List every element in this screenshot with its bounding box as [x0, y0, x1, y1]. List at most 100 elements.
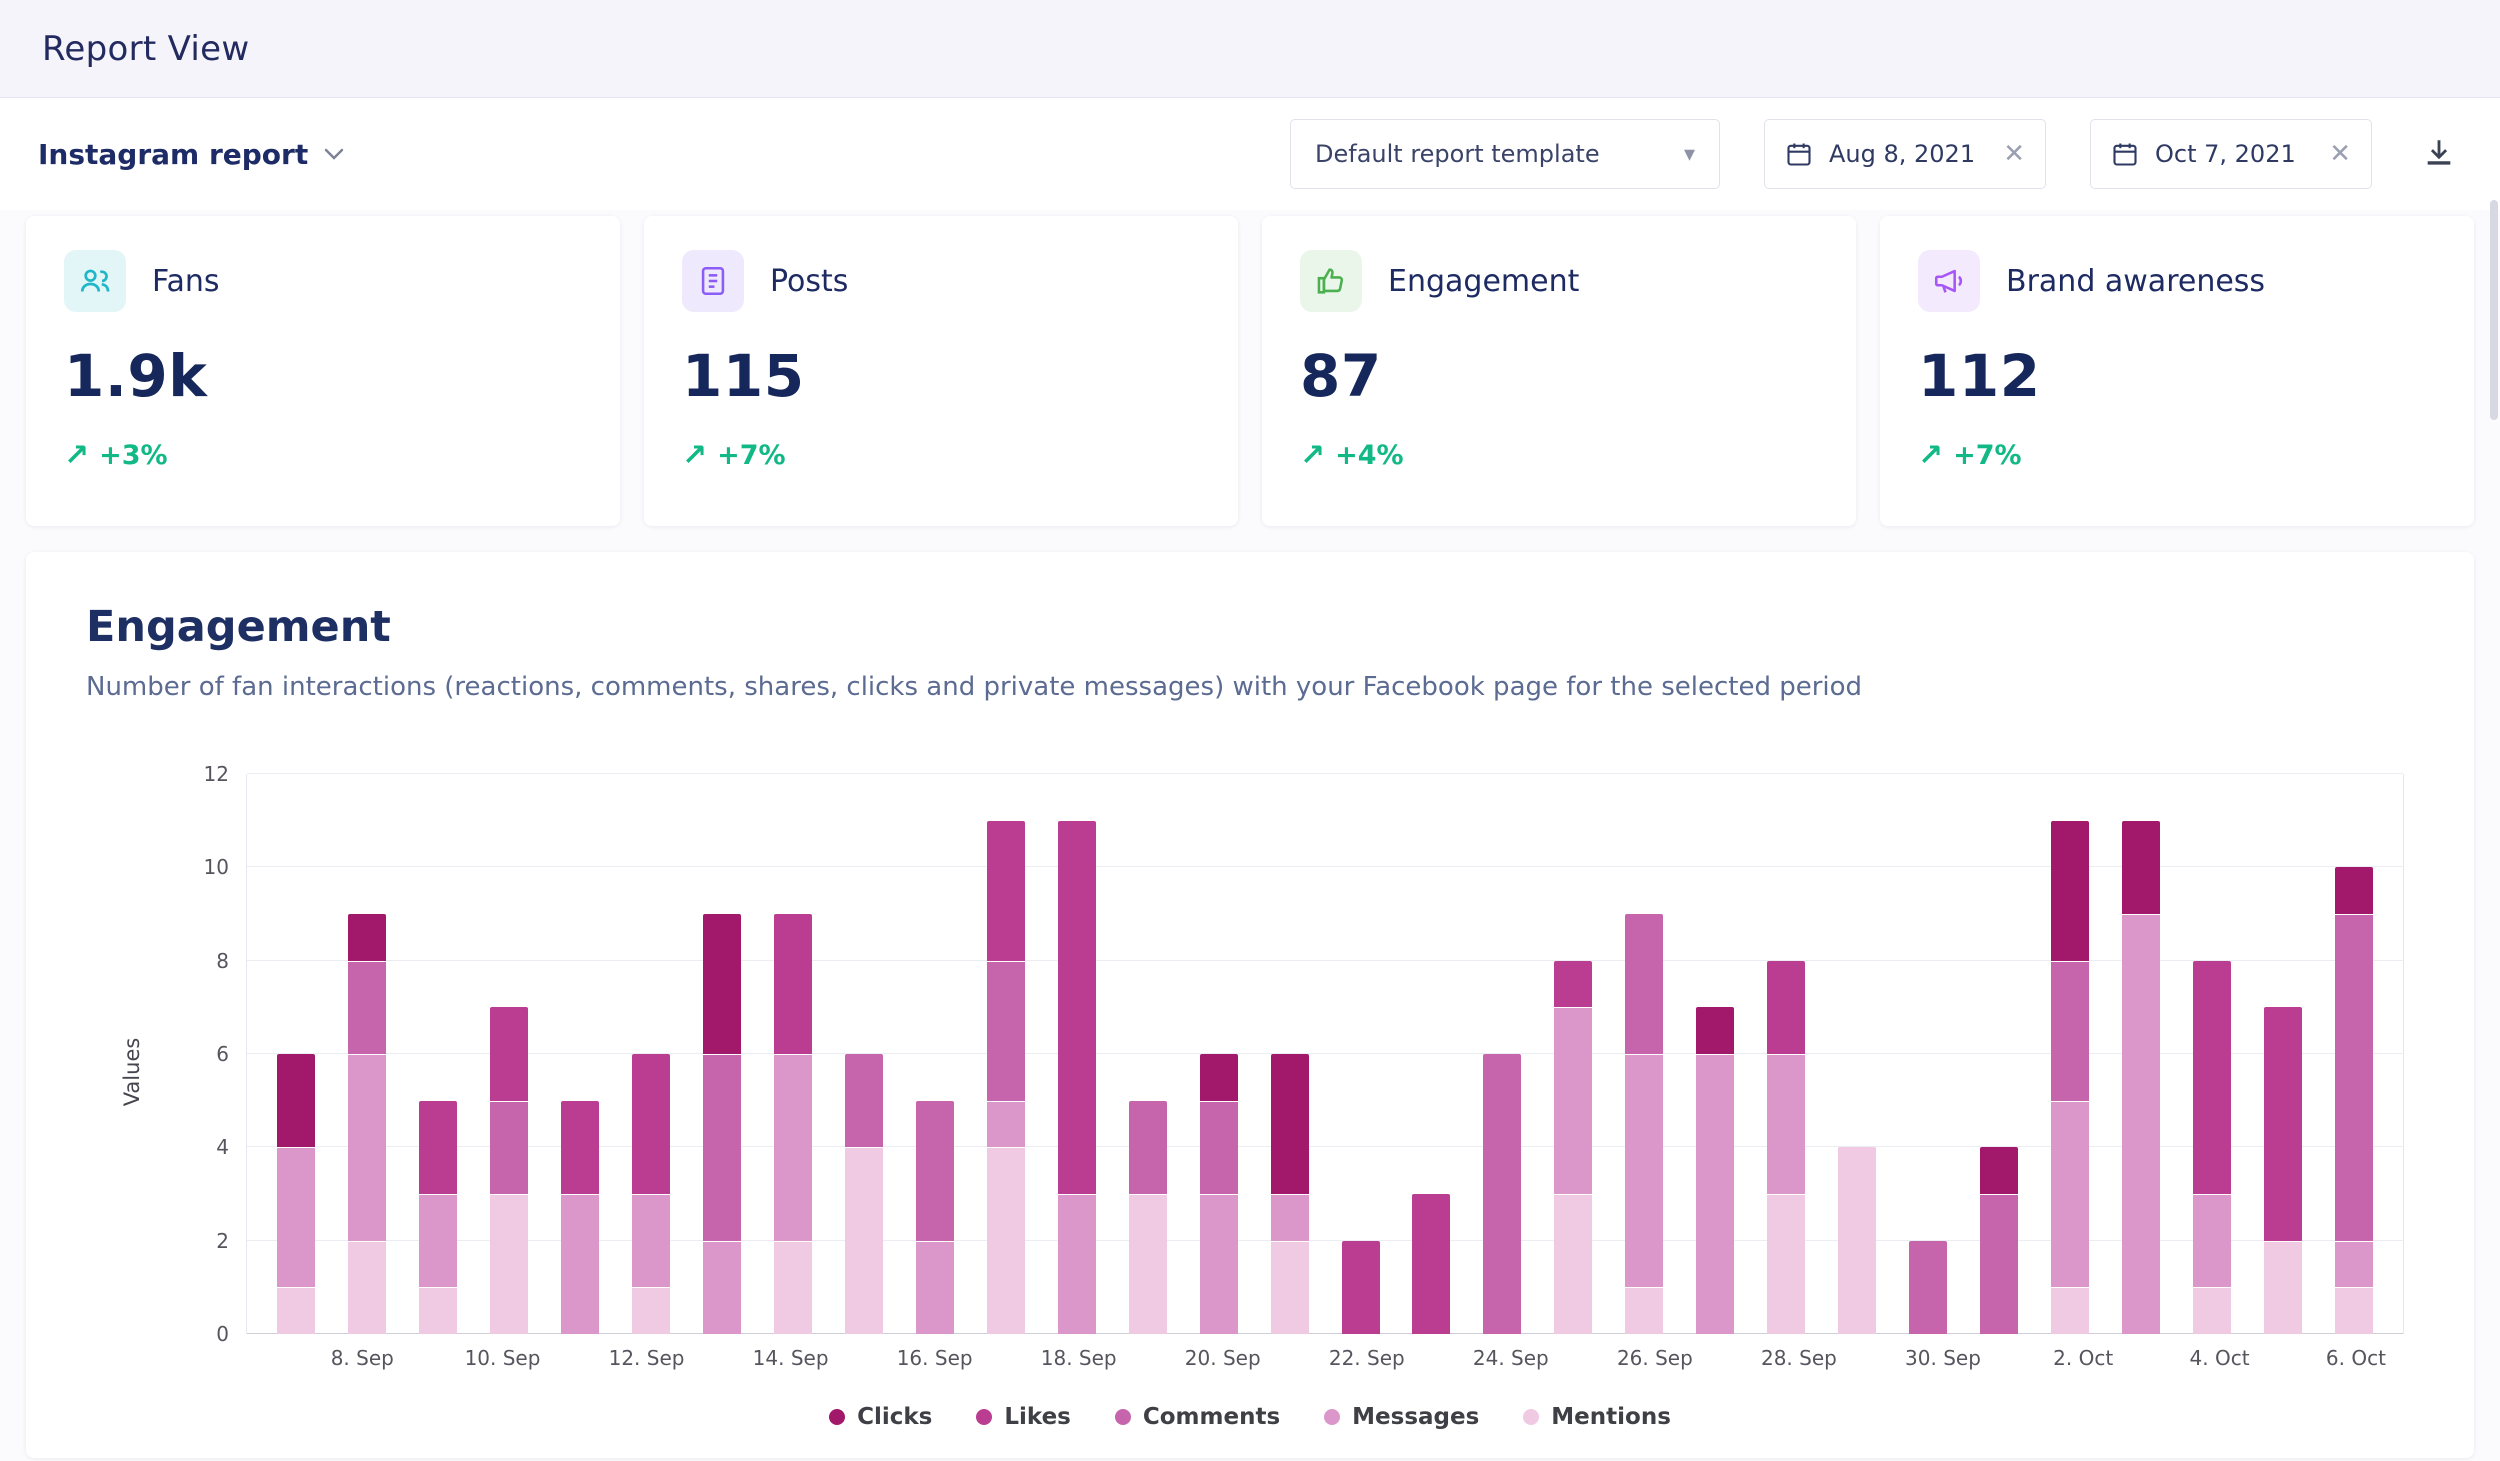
engagement-chart: Values 024681012 8. Sep10. Sep12. Sep14.…: [246, 774, 2404, 1370]
bar-segment-likes: [2264, 1007, 2302, 1240]
bar-segment-clicks: [1696, 1007, 1734, 1054]
bar-group: [687, 774, 758, 1334]
x-tick-label: [2117, 1346, 2185, 1370]
download-button[interactable]: [2416, 130, 2462, 179]
bar-segment-messages: [348, 1054, 386, 1241]
bar-group: [403, 774, 474, 1334]
bar-segment-messages: [419, 1194, 457, 1287]
x-tick-label: 16. Sep: [897, 1346, 973, 1370]
stat-delta: ↗ +4%: [1300, 438, 1818, 473]
bar-segment-mentions: [774, 1241, 812, 1334]
bar-segment-comments: [348, 961, 386, 1054]
bar-segment-mentions: [632, 1287, 670, 1334]
bar-group: [616, 774, 687, 1334]
bar-segment-clicks: [2051, 821, 2089, 961]
bar-group: [2034, 774, 2105, 1334]
bar-segment-comments: [1483, 1054, 1521, 1334]
trend-up-icon: ↗: [682, 438, 707, 473]
bar-group: [1538, 774, 1609, 1334]
bar-segment-likes: [987, 821, 1025, 961]
bar-segment-likes: [1767, 961, 1805, 1054]
bar-group: [332, 774, 403, 1334]
bar-segment-messages: [987, 1101, 1025, 1148]
bar-group: [1112, 774, 1183, 1334]
bar-segment-comments: [1129, 1101, 1167, 1194]
bar-group: [1254, 774, 1325, 1334]
bar-segment-comments: [703, 1054, 741, 1241]
bar-segment-messages: [561, 1194, 599, 1334]
bar-group: [1467, 774, 1538, 1334]
bar-group: [1680, 774, 1751, 1334]
date-from-clear-button[interactable]: ✕: [2003, 141, 2025, 167]
bar-group: [899, 774, 970, 1334]
date-to-clear-button[interactable]: ✕: [2329, 141, 2351, 167]
bar-segment-mentions: [987, 1147, 1025, 1334]
bar-segment-clicks: [348, 914, 386, 961]
x-tick-label: [1693, 1346, 1761, 1370]
x-tick-label: 12. Sep: [609, 1346, 685, 1370]
bar-segment-clicks: [2335, 867, 2373, 914]
y-tick-label: 4: [185, 1135, 229, 1159]
bar-segment-messages: [1058, 1194, 1096, 1334]
stat-delta-value: +3%: [99, 440, 167, 471]
legend-item-mentions[interactable]: Mentions: [1523, 1404, 1671, 1430]
legend-item-comments[interactable]: Comments: [1115, 1404, 1280, 1430]
calendar-icon: [2111, 140, 2139, 168]
bar-group: [1396, 774, 1467, 1334]
report-selector[interactable]: Instagram report: [38, 138, 344, 171]
bar-segment-messages: [1625, 1054, 1663, 1287]
x-tick-label: [1981, 1346, 2049, 1370]
bar-segment-mentions: [2335, 1287, 2373, 1334]
y-tick-label: 6: [185, 1042, 229, 1066]
date-to-value: Oct 7, 2021: [2155, 140, 2296, 168]
people-icon: [64, 250, 126, 312]
x-tick-label: [829, 1346, 897, 1370]
template-select[interactable]: Default report template ▾: [1290, 119, 1720, 189]
scrollbar[interactable]: [2490, 200, 2498, 420]
x-tick-label: 2. Oct: [2049, 1346, 2117, 1370]
bar-group: [2105, 774, 2176, 1334]
document-icon: [682, 250, 744, 312]
legend-item-likes[interactable]: Likes: [976, 1404, 1071, 1430]
bar-group: [545, 774, 616, 1334]
bar-segment-comments: [845, 1054, 883, 1147]
stat-delta-value: +7%: [717, 440, 785, 471]
engagement-section: Engagement Number of fan interactions (r…: [26, 552, 2474, 1458]
chart-plot: 024681012: [246, 774, 2404, 1334]
stat-delta: ↗ +7%: [682, 438, 1200, 473]
y-tick-label: 2: [185, 1229, 229, 1253]
x-tick-label: [684, 1346, 752, 1370]
date-to-picker[interactable]: Oct 7, 2021 ✕: [2090, 119, 2372, 189]
x-tick-label: 20. Sep: [1185, 1346, 1261, 1370]
x-tick-label: 22. Sep: [1329, 1346, 1405, 1370]
bar-segment-mentions: [1767, 1194, 1805, 1334]
legend-item-clicks[interactable]: Clicks: [829, 1404, 932, 1430]
legend-dot-icon: [829, 1409, 845, 1425]
stat-label: Engagement: [1388, 264, 1579, 299]
legend-dot-icon: [976, 1409, 992, 1425]
y-axis-label: Values: [120, 1038, 144, 1107]
bar-segment-mentions: [1625, 1287, 1663, 1334]
bar-segment-mentions: [1271, 1241, 1309, 1334]
x-tick-label: 8. Sep: [328, 1346, 396, 1370]
chart-xlabels: 8. Sep10. Sep12. Sep14. Sep16. Sep18. Se…: [246, 1346, 2404, 1370]
bar-segment-likes: [1412, 1194, 1450, 1334]
trend-up-icon: ↗: [64, 438, 89, 473]
x-tick-label: [540, 1346, 608, 1370]
legend-dot-icon: [1324, 1409, 1340, 1425]
legend-item-messages[interactable]: Messages: [1324, 1404, 1479, 1430]
bar-segment-comments: [2051, 961, 2089, 1101]
bar-segment-messages: [2193, 1194, 2231, 1287]
caret-down-icon: ▾: [1684, 142, 1695, 167]
bar-group: [758, 774, 829, 1334]
bar-segment-mentions: [1129, 1194, 1167, 1334]
date-from-picker[interactable]: Aug 8, 2021 ✕: [1764, 119, 2046, 189]
bar-group: [1893, 774, 1964, 1334]
bar-segment-messages: [2122, 914, 2160, 1334]
bar-segment-clicks: [1980, 1147, 2018, 1194]
x-tick-label: [1837, 1346, 1905, 1370]
template-select-value: Default report template: [1315, 140, 1600, 168]
bar-segment-mentions: [490, 1194, 528, 1334]
bar-group: [1183, 774, 1254, 1334]
stat-delta: ↗ +7%: [1918, 438, 2436, 473]
